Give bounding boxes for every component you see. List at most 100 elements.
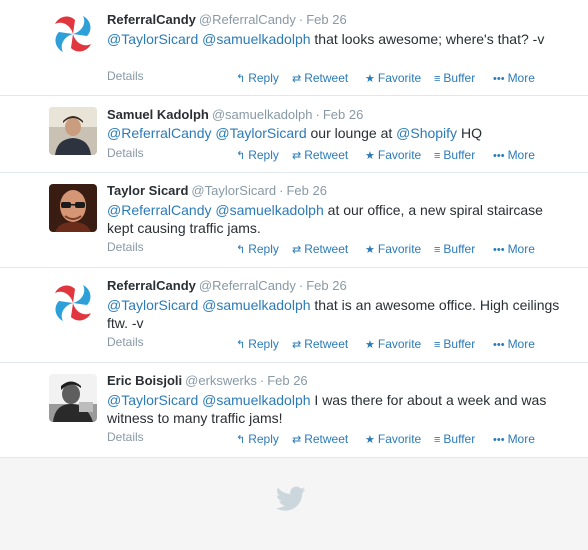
retweet-label: Retweet (304, 337, 349, 351)
more-button[interactable]: ••• More (493, 71, 535, 85)
mention-link[interactable]: @Shopify (396, 125, 457, 141)
author-name[interactable]: Taylor Sicard (107, 183, 188, 198)
separator-dot: · (279, 183, 284, 198)
more-button[interactable]: ••• More (493, 148, 535, 162)
avatar-image (49, 184, 97, 232)
mention-link[interactable]: @TaylorSicard (107, 31, 198, 47)
buffer-button[interactable]: ≡ Buffer (434, 242, 475, 256)
retweet-button[interactable]: ⇄ Retweet (292, 71, 348, 85)
avatar-image (49, 10, 97, 58)
mention-link[interactable]: @TaylorSicard (107, 297, 198, 313)
tweet-item: Eric Boisjoli @erkswerks · Feb 26 @TaylorSic… (0, 363, 588, 458)
more-label: More (507, 432, 535, 446)
mention-link[interactable]: @TaylorSicard (215, 125, 306, 141)
details-link[interactable]: Details (107, 240, 144, 254)
mention-link[interactable]: @samuelkadolph (202, 297, 310, 313)
retweet-button[interactable]: ⇄ Retweet (292, 148, 348, 162)
buffer-button[interactable]: ≡ Buffer (434, 148, 475, 162)
text-segment: our lounge at (306, 125, 397, 141)
avatar[interactable] (49, 279, 97, 327)
more-button[interactable]: ••• More (493, 337, 535, 351)
buffer-button[interactable]: ≡ Buffer (434, 71, 475, 85)
timestamp[interactable]: Feb 26 (306, 12, 346, 27)
timestamp[interactable]: Feb 26 (267, 373, 307, 388)
buffer-stack-icon: ≡ (434, 150, 441, 162)
author-name[interactable]: ReferralCandy (107, 278, 196, 293)
retweet-button[interactable]: ⇄ Retweet (292, 337, 348, 351)
star-icon: ★ (365, 150, 375, 162)
buffer-stack-icon: ≡ (434, 339, 441, 351)
favorite-label: Favorite (377, 242, 422, 256)
details-link[interactable]: Details (107, 430, 144, 444)
favorite-button[interactable]: ★ Favorite (365, 242, 421, 256)
favorite-button[interactable]: ★ Favorite (365, 432, 421, 446)
tweet-text: @TaylorSicard @samuelkadolph that looks … (107, 30, 567, 48)
reply-button[interactable]: ↰ Reply (236, 432, 279, 446)
more-label: More (507, 242, 535, 256)
reply-arrow-icon: ↰ (236, 339, 246, 351)
mention-link[interactable]: @ReferralCandy (107, 202, 211, 218)
avatar[interactable] (49, 184, 97, 232)
retweet-icon: ⇄ (292, 150, 302, 162)
details-link[interactable]: Details (107, 69, 144, 83)
star-icon: ★ (365, 339, 375, 351)
retweet-button[interactable]: ⇄ Retweet (292, 242, 348, 256)
avatar[interactable] (49, 374, 97, 422)
more-label: More (507, 337, 535, 351)
author-handle[interactable]: @ReferralCandy (199, 278, 296, 293)
reply-arrow-icon: ↰ (236, 150, 246, 162)
timestamp[interactable]: Feb 26 (306, 278, 346, 293)
mention-link[interactable]: @samuelkadolph (215, 202, 323, 218)
more-button[interactable]: ••• More (493, 432, 535, 446)
timestamp[interactable]: Feb 26 (323, 107, 363, 122)
buffer-button[interactable]: ≡ Buffer (434, 337, 475, 351)
reply-label: Reply (248, 337, 279, 351)
separator-dot: · (315, 107, 320, 122)
more-button[interactable]: ••• More (493, 242, 535, 256)
mention-link[interactable]: @samuelkadolph (202, 31, 310, 47)
favorite-button[interactable]: ★ Favorite (365, 148, 421, 162)
tweet-header: ReferralCandy @ReferralCandy · Feb 26 (107, 278, 347, 293)
details-link[interactable]: Details (107, 335, 144, 349)
author-handle[interactable]: @TaylorSicard (191, 183, 276, 198)
author-name[interactable]: ReferralCandy (107, 12, 196, 27)
mention-link[interactable]: @TaylorSicard (107, 392, 198, 408)
author-name[interactable]: Eric Boisjoli (107, 373, 182, 388)
reply-button[interactable]: ↰ Reply (236, 242, 279, 256)
tweet-item: ReferralCandy @ReferralCandy · Feb 26 @Taylo… (0, 268, 588, 363)
tweet-header: Eric Boisjoli @erkswerks · Feb 26 (107, 373, 308, 388)
favorite-button[interactable]: ★ Favorite (365, 337, 421, 351)
tweet-text: @ReferralCandy @TaylorSicard our lounge … (107, 124, 567, 142)
mention-link[interactable]: @ReferralCandy (107, 125, 211, 141)
tweet-timeline: ReferralCandy @ReferralCandy · Feb 26 @Taylo… (0, 0, 588, 550)
tweet-header: Samuel Kadolph @samuelkadolph · Feb 26 (107, 107, 363, 122)
favorite-label: Favorite (377, 337, 422, 351)
reply-button[interactable]: ↰ Reply (236, 71, 279, 85)
buffer-label: Buffer (443, 71, 476, 85)
author-handle[interactable]: @ReferralCandy (199, 12, 296, 27)
text-segment: that looks awesome; where's that? -v (310, 31, 545, 47)
buffer-button[interactable]: ≡ Buffer (434, 432, 475, 446)
buffer-stack-icon: ≡ (434, 73, 441, 85)
tweet-header: Taylor Sicard @TaylorSicard · Feb 26 (107, 183, 327, 198)
ellipsis-icon: ••• (493, 73, 505, 85)
ellipsis-icon: ••• (493, 150, 505, 162)
tweet-item: ReferralCandy @ReferralCandy · Feb 26 @Taylo… (0, 0, 588, 96)
separator-dot: · (298, 278, 304, 293)
tweet-text: @TaylorSicard @samuelkadolph I was there… (107, 391, 567, 427)
avatar[interactable] (49, 107, 97, 155)
author-handle[interactable]: @erkswerks (185, 373, 257, 388)
avatar[interactable] (49, 10, 97, 58)
reply-button[interactable]: ↰ Reply (236, 148, 279, 162)
retweet-button[interactable]: ⇄ Retweet (292, 432, 348, 446)
separator-dot: · (259, 373, 265, 388)
mention-link[interactable]: @samuelkadolph (202, 392, 310, 408)
retweet-icon: ⇄ (292, 244, 302, 256)
details-link[interactable]: Details (107, 146, 144, 160)
favorite-button[interactable]: ★ Favorite (365, 71, 421, 85)
star-icon: ★ (365, 434, 375, 446)
author-name[interactable]: Samuel Kadolph (107, 107, 209, 122)
author-handle[interactable]: @samuelkadolph (212, 107, 313, 122)
reply-button[interactable]: ↰ Reply (236, 337, 279, 351)
timestamp[interactable]: Feb 26 (286, 183, 326, 198)
